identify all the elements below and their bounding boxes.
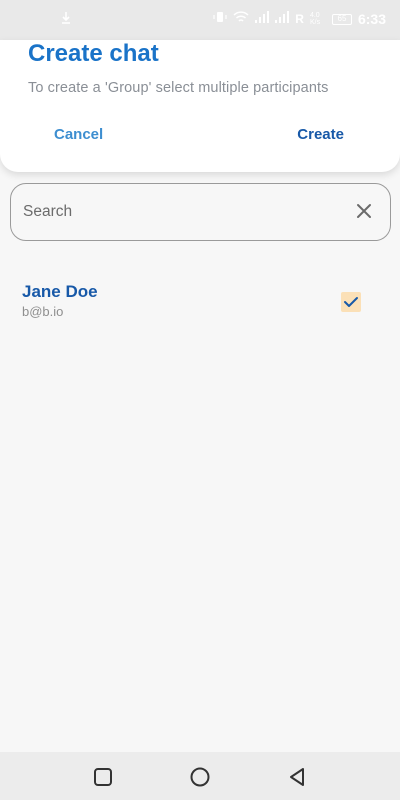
cancel-button[interactable]: Cancel: [54, 126, 103, 143]
dialog-subtitle: To create a 'Group' select multiple part…: [28, 80, 329, 96]
recents-icon[interactable]: [92, 766, 114, 788]
vibrate-icon: [213, 10, 227, 28]
download-icon: [60, 10, 72, 29]
search-input[interactable]: [23, 198, 343, 226]
check-icon: [344, 297, 358, 307]
back-icon[interactable]: [286, 766, 308, 788]
dialog-title: Create chat: [28, 40, 159, 67]
close-icon[interactable]: [352, 199, 376, 223]
wifi-icon: [233, 10, 249, 28]
status-icons: R 4.0 K/s 65 6:33: [213, 10, 386, 28]
select-checkbox[interactable]: [341, 292, 361, 312]
speed-label: 4.0 K/s: [309, 12, 321, 26]
contact-email: b@b.io: [22, 304, 64, 319]
signal-icon: [255, 11, 270, 27]
create-button[interactable]: Create: [297, 126, 344, 143]
list-item[interactable]: Jane Doe b@b.io: [0, 272, 400, 332]
network-label: R: [295, 12, 304, 26]
signal-icon: [275, 11, 290, 27]
search-box: [10, 183, 391, 241]
battery-icon: 65: [331, 13, 352, 25]
clock: 6:33: [357, 11, 386, 27]
home-icon[interactable]: [189, 766, 211, 788]
navigation-bar: [0, 752, 400, 800]
status-bar: R 4.0 K/s 65 6:33: [0, 0, 400, 40]
create-chat-dialog: Create chat To create a 'Group' select m…: [0, 40, 400, 172]
contact-name: Jane Doe: [22, 282, 98, 301]
